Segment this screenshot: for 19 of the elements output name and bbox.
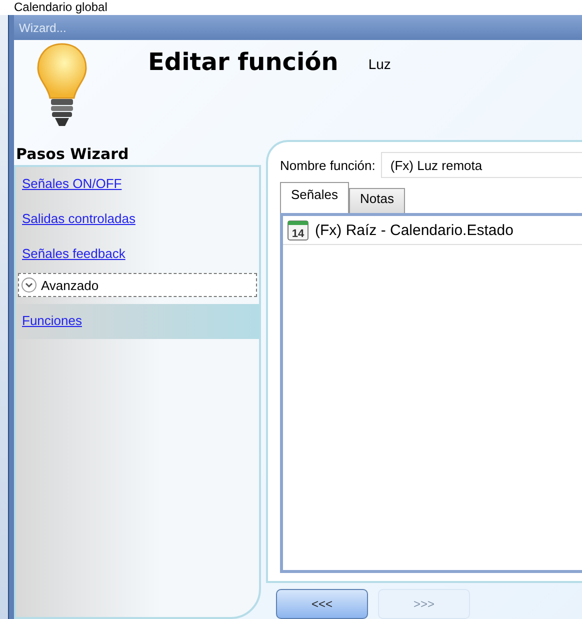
tab[interactable]: Señales [280, 182, 349, 213]
name-field[interactable]: (Fx) Luz remota [381, 152, 582, 178]
dialog-heading: Editar función [148, 48, 338, 76]
calendar-icon: 14 [287, 219, 309, 241]
group-label: Avanzado [41, 278, 99, 292]
nav-button[interactable]: <<< [276, 589, 368, 619]
signal-item[interactable]: (Fx) Raíz - Calendario.Estado [315, 222, 514, 238]
step-link[interactable]: Salidas controladas [16, 202, 259, 237]
caption-text: Calendario global [13, 0, 108, 15]
group-header[interactable]: Avanzado [18, 273, 257, 297]
step-link[interactable]: Señales feedback [16, 237, 259, 272]
tab[interactable]: Notas [348, 188, 405, 213]
sidebar-title: Pasos Wizard [15, 144, 130, 165]
light-bulb-icon [36, 42, 88, 128]
window-title: Wizard... [19, 20, 66, 34]
dialog-subtitle: Luz [368, 56, 391, 72]
expand-icon [21, 277, 37, 293]
step-link[interactable]: Señales ON/OFF [16, 167, 259, 202]
name-label: Nombre función: [280, 158, 376, 172]
